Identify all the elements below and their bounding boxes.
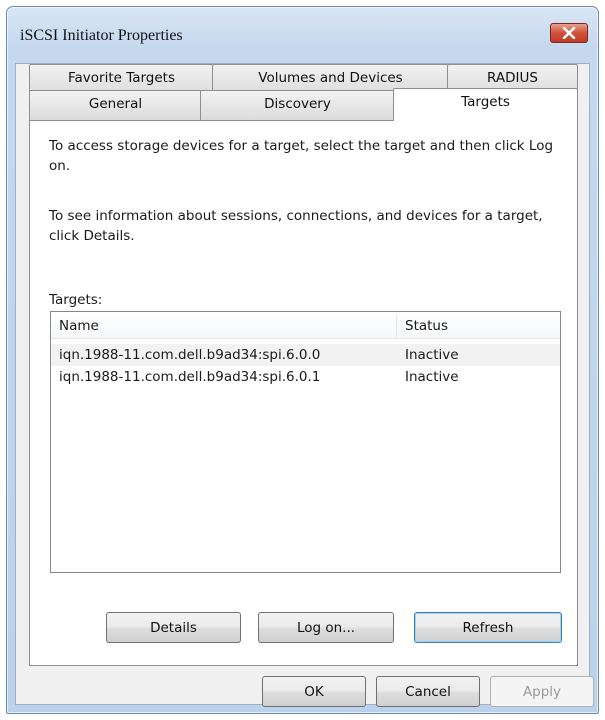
close-icon (562, 27, 576, 39)
instruction-logon: To access storage devices for a target, … (49, 138, 554, 174)
targets-panel: To access storage devices for a target, … (29, 120, 578, 666)
details-button[interactable]: Details (106, 612, 241, 643)
target-name: iqn.1988-11.com.dell.b9ad34:spi.6.0.0 (59, 347, 321, 363)
cancel-button[interactable]: Cancel (376, 676, 480, 707)
close-button[interactable] (550, 23, 588, 43)
tab-discovery[interactable]: Discovery (200, 90, 395, 120)
list-header: Name Status (51, 312, 560, 339)
dialog-client: Favorite Targets Volumes and Devices RAD… (15, 63, 594, 707)
target-status: Inactive (405, 347, 459, 363)
target-row[interactable]: iqn.1988-11.com.dell.b9ad34:spi.6.0.1 In… (51, 366, 560, 388)
instruction-details: To see information about sessions, conne… (49, 208, 543, 244)
target-name: iqn.1988-11.com.dell.b9ad34:spi.6.0.1 (59, 369, 321, 385)
targets-list[interactable]: Name Status iqn.1988-11.com.dell.b9ad34:… (50, 311, 561, 573)
targets-label: Targets: (49, 292, 103, 308)
tab-targets[interactable]: Targets (393, 88, 578, 121)
window-title: iSCSI Initiator Properties (20, 27, 183, 44)
tab-general[interactable]: General (29, 90, 202, 120)
ok-button[interactable]: OK (262, 676, 366, 707)
title-bar[interactable]: iSCSI Initiator Properties (7, 7, 598, 63)
column-divider[interactable] (396, 314, 397, 337)
apply-button: Apply (490, 676, 594, 707)
column-header-status[interactable]: Status (405, 318, 448, 334)
dialog-window: iSCSI Initiator Properties Favorite Targ… (6, 6, 599, 714)
refresh-button[interactable]: Refresh (414, 612, 562, 643)
target-status: Inactive (405, 369, 459, 385)
logon-button[interactable]: Log on... (258, 612, 394, 643)
target-row[interactable]: iqn.1988-11.com.dell.b9ad34:spi.6.0.0 In… (51, 344, 560, 366)
column-header-name[interactable]: Name (59, 318, 99, 334)
